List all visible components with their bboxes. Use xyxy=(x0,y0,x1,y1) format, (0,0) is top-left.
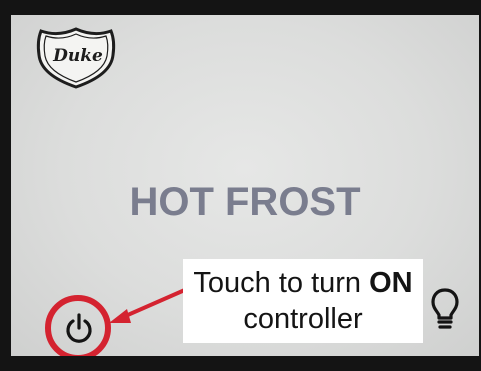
page-title: HOT FROST xyxy=(129,180,361,224)
power-button[interactable] xyxy=(45,295,111,356)
callout-line-2: controller xyxy=(243,303,363,335)
device-bezel: Duke HOT FROST Touch to turn ON controll… xyxy=(0,0,481,371)
instruction-callout: Touch to turn ON controller xyxy=(183,259,423,343)
callout-on-text: ON xyxy=(369,267,413,299)
brand-name: Duke xyxy=(53,46,103,66)
lightbulb-icon[interactable] xyxy=(430,287,460,333)
callout-text: Touch to turn xyxy=(193,267,370,299)
controller-screen: Duke HOT FROST Touch to turn ON controll… xyxy=(11,15,479,356)
power-icon xyxy=(66,313,92,343)
callout-line-1: Touch to turn ON xyxy=(183,265,423,301)
